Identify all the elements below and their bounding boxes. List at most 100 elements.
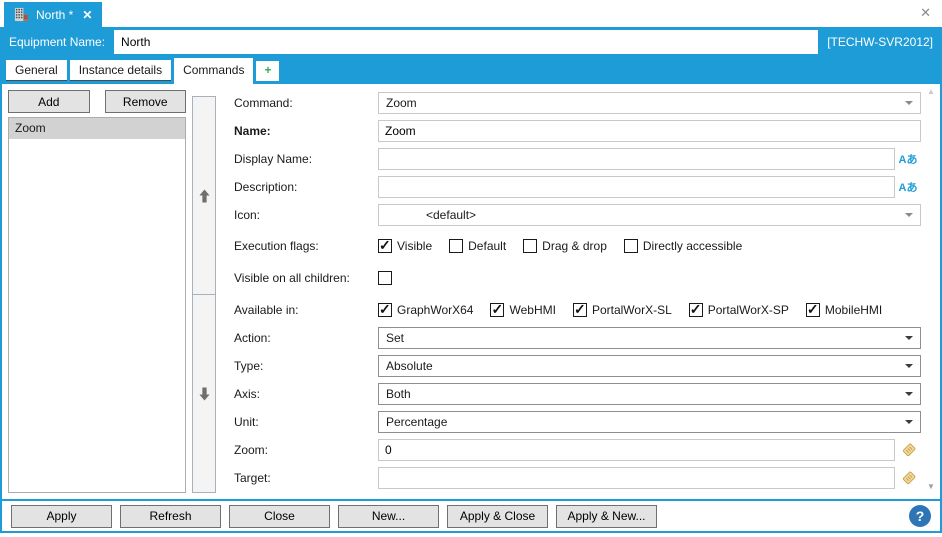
checkbox-label: WebHMI <box>509 303 555 317</box>
apply-and-close-button[interactable]: Apply & Close <box>447 505 548 528</box>
move-down-button[interactable] <box>192 295 216 493</box>
checkbox-label: Default <box>468 239 506 253</box>
display-name-label: Display Name: <box>234 152 378 166</box>
tag-browse-icon[interactable] <box>895 471 921 486</box>
checkbox-box <box>378 303 392 317</box>
checkbox-box <box>490 303 504 317</box>
commands-tab-content: Add Remove Zoom Command: <box>0 84 942 499</box>
help-icon[interactable]: ? <box>909 505 931 527</box>
display-name-input[interactable] <box>378 148 895 170</box>
footer-button-bar: Apply Refresh Close New... Apply & Close… <box>0 499 942 533</box>
checkbox-portalworx-sl[interactable]: PortalWorX-SL <box>573 303 672 317</box>
document-tab-bar: North * ✕ ✕ <box>0 0 942 27</box>
checkbox-label: Drag & drop <box>542 239 607 253</box>
checkbox-label: Directly accessible <box>643 239 742 253</box>
checkbox-box <box>378 239 392 253</box>
target-label: Target: <box>234 471 378 485</box>
zoom-input[interactable] <box>378 439 895 461</box>
checkbox-box <box>449 239 463 253</box>
checkbox-label: PortalWorX-SL <box>592 303 672 317</box>
checkbox-label: PortalWorX-SP <box>708 303 789 317</box>
checkbox-label: GraphWorX64 <box>397 303 473 317</box>
chevron-down-icon <box>905 420 913 424</box>
checkbox-box <box>806 303 820 317</box>
visible-on-all-children-label: Visible on all children: <box>234 271 378 285</box>
icon-label: Icon: <box>234 208 378 222</box>
execution-flags-label: Execution flags: <box>234 239 378 253</box>
server-badge: [TECHW-SVR2012] <box>827 35 933 49</box>
checkbox-default[interactable]: Default <box>449 239 506 253</box>
checkbox-mobilehmi[interactable]: MobileHMI <box>806 303 882 317</box>
form-scrollbar[interactable]: ▲ ▼ <box>923 84 940 499</box>
chevron-down-icon <box>905 336 913 340</box>
editor-tab-strip: General Instance details Commands + <box>0 56 942 84</box>
scroll-down-icon[interactable]: ▼ <box>927 482 935 491</box>
command-list[interactable]: Zoom <box>8 117 186 493</box>
description-label: Description: <box>234 180 378 194</box>
localize-icon[interactable]: Aあ <box>895 179 921 195</box>
action-select[interactable]: Set <box>378 327 921 349</box>
checkbox-drag-drop[interactable]: Drag & drop <box>523 239 607 253</box>
window-close-icon[interactable]: ✕ <box>920 5 931 21</box>
apply-button[interactable]: Apply <box>11 505 112 528</box>
checkbox-box <box>378 271 392 285</box>
refresh-button[interactable]: Refresh <box>120 505 221 528</box>
tab-add-plus[interactable]: + <box>256 61 279 81</box>
target-input[interactable] <box>378 467 895 489</box>
equipment-building-icon <box>14 7 29 22</box>
icon-select[interactable]: <default> <box>378 204 921 226</box>
equipment-editor-window: North * ✕ ✕ Equipment Name: [TECHW-SVR20… <box>0 0 942 537</box>
unit-select[interactable]: Percentage <box>378 411 921 433</box>
close-button[interactable]: Close <box>229 505 330 528</box>
axis-label: Axis: <box>234 387 378 401</box>
type-select[interactable]: Absolute <box>378 355 921 377</box>
checkbox-box <box>689 303 703 317</box>
type-label: Type: <box>234 359 378 373</box>
checkbox-visible[interactable]: Visible <box>378 239 432 253</box>
checkbox-label: MobileHMI <box>825 303 882 317</box>
arrow-down-icon <box>198 386 211 402</box>
unit-label: Unit: <box>234 415 378 429</box>
scroll-up-icon[interactable]: ▲ <box>927 87 935 96</box>
equipment-name-label: Equipment Name: <box>9 35 105 49</box>
chevron-down-icon <box>905 392 913 396</box>
checkbox-visible-on-all-children[interactable] <box>378 271 392 285</box>
document-tab-label: North * <box>36 8 73 22</box>
new-button[interactable]: New... <box>338 505 439 528</box>
apply-and-new-button[interactable]: Apply & New... <box>556 505 657 528</box>
equipment-name-input[interactable] <box>114 30 818 54</box>
tab-commands[interactable]: Commands <box>174 58 253 84</box>
command-label: Command: <box>234 96 378 110</box>
equipment-name-bar: Equipment Name: [TECHW-SVR2012] <box>0 27 942 56</box>
name-input[interactable] <box>378 120 921 142</box>
chevron-down-icon <box>905 364 913 368</box>
document-tab-close-icon[interactable]: ✕ <box>82 8 92 22</box>
checkbox-portalworx-sp[interactable]: PortalWorX-SP <box>689 303 789 317</box>
name-label: Name: <box>234 124 378 138</box>
checkbox-box <box>624 239 638 253</box>
checkbox-box <box>523 239 537 253</box>
axis-select[interactable]: Both <box>378 383 921 405</box>
checkbox-directly-accessible[interactable]: Directly accessible <box>624 239 742 253</box>
tab-instance-details[interactable]: Instance details <box>70 60 171 81</box>
localize-icon[interactable]: Aあ <box>895 151 921 167</box>
tag-browse-icon[interactable] <box>895 443 921 458</box>
document-tab-north[interactable]: North * ✕ <box>4 2 102 27</box>
zoom-label: Zoom: <box>234 443 378 457</box>
checkbox-graphworx64[interactable]: GraphWorX64 <box>378 303 473 317</box>
reorder-strip <box>192 96 216 493</box>
command-form: Command: Zoom Name: Display Name: <box>220 84 923 499</box>
command-select[interactable]: Zoom <box>378 92 921 114</box>
arrow-up-icon <box>198 188 211 204</box>
move-up-button[interactable] <box>192 96 216 295</box>
list-item-zoom[interactable]: Zoom <box>9 118 185 139</box>
action-label: Action: <box>234 331 378 345</box>
chevron-down-icon <box>905 213 913 217</box>
remove-button[interactable]: Remove <box>105 90 187 113</box>
available-in-label: Available in: <box>234 303 378 317</box>
description-input[interactable] <box>378 176 895 198</box>
command-list-panel: Add Remove Zoom <box>2 84 186 499</box>
checkbox-webhmi[interactable]: WebHMI <box>490 303 555 317</box>
add-button[interactable]: Add <box>8 90 90 113</box>
tab-general[interactable]: General <box>6 60 67 81</box>
